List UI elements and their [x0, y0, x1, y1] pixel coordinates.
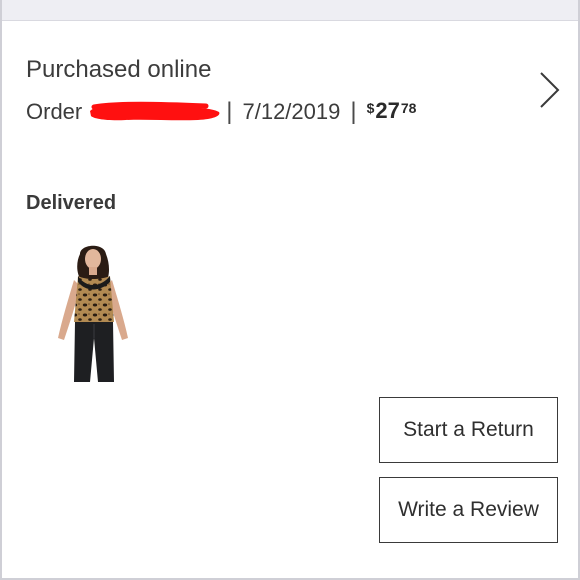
separator: | — [350, 98, 357, 125]
start-return-button[interactable]: Start a Return — [379, 397, 558, 463]
top-bar — [2, 0, 578, 21]
purchase-channel-title: Purchased online — [26, 56, 212, 83]
product-image[interactable] — [52, 242, 136, 384]
delivery-status: Delivered — [26, 192, 117, 214]
order-label: Order — [26, 99, 83, 124]
order-date: 7/12/2019 — [242, 99, 341, 124]
redacted-order-number — [88, 101, 222, 123]
order-summary-row: Order | 7/12/2019 | $ 27 78 — [26, 98, 416, 126]
price-currency: $ — [366, 100, 375, 116]
price-dollars: 27 — [375, 98, 400, 123]
price-cents: 78 — [400, 100, 417, 116]
order-card: Purchased online Order | 7/12/2019 | $ 2… — [0, 0, 580, 580]
separator: | — [226, 98, 233, 125]
chevron-right-icon[interactable] — [538, 70, 562, 110]
write-review-button[interactable]: Write a Review — [379, 477, 558, 543]
order-total: $ 27 78 — [367, 98, 417, 126]
